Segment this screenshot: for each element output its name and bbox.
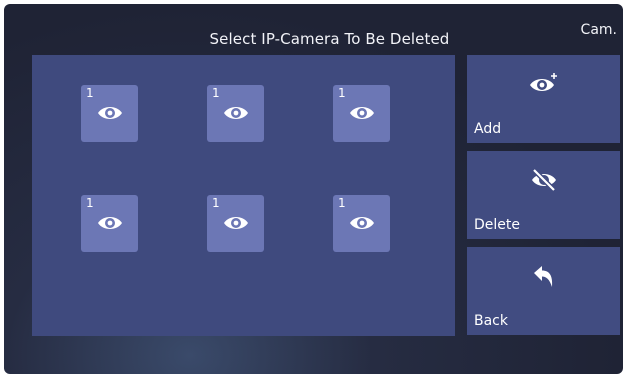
delete-label: Delete (474, 217, 520, 233)
back-label: Back (474, 313, 508, 329)
back-button[interactable]: Back (467, 247, 620, 335)
device-screen: Select IP-Camera To Be Deleted Cam. 1 1 … (4, 4, 623, 374)
camera-tile-2[interactable]: 1 (207, 85, 264, 142)
eye-icon (98, 107, 122, 119)
eye-icon (224, 217, 248, 229)
camera-number: 1 (86, 86, 94, 100)
camera-number: 1 (212, 196, 220, 210)
camera-number: 1 (338, 196, 346, 210)
camera-tile-1[interactable]: 1 (81, 85, 138, 142)
eye-icon (350, 217, 374, 229)
camera-number: 1 (212, 86, 220, 100)
eye-plus-icon (529, 73, 557, 91)
add-button[interactable]: Add (467, 55, 620, 143)
camera-tile-5[interactable]: 1 (207, 195, 264, 252)
camera-tile-3[interactable]: 1 (333, 85, 390, 142)
page-title: Select IP-Camera To Be Deleted (209, 30, 450, 48)
camera-number: 1 (86, 196, 94, 210)
camera-grid: 1 1 1 1 1 1 (32, 55, 455, 336)
eye-icon (350, 107, 374, 119)
eye-icon (98, 217, 122, 229)
eye-icon (224, 107, 248, 119)
back-arrow-icon (533, 266, 552, 287)
camera-number: 1 (338, 86, 346, 100)
mode-label: Cam. (580, 22, 617, 38)
camera-tile-4[interactable]: 1 (81, 195, 138, 252)
add-label: Add (474, 121, 502, 137)
camera-tile-6[interactable]: 1 (333, 195, 390, 252)
delete-button[interactable]: Delete (467, 151, 620, 239)
eye-off-icon (531, 168, 556, 192)
